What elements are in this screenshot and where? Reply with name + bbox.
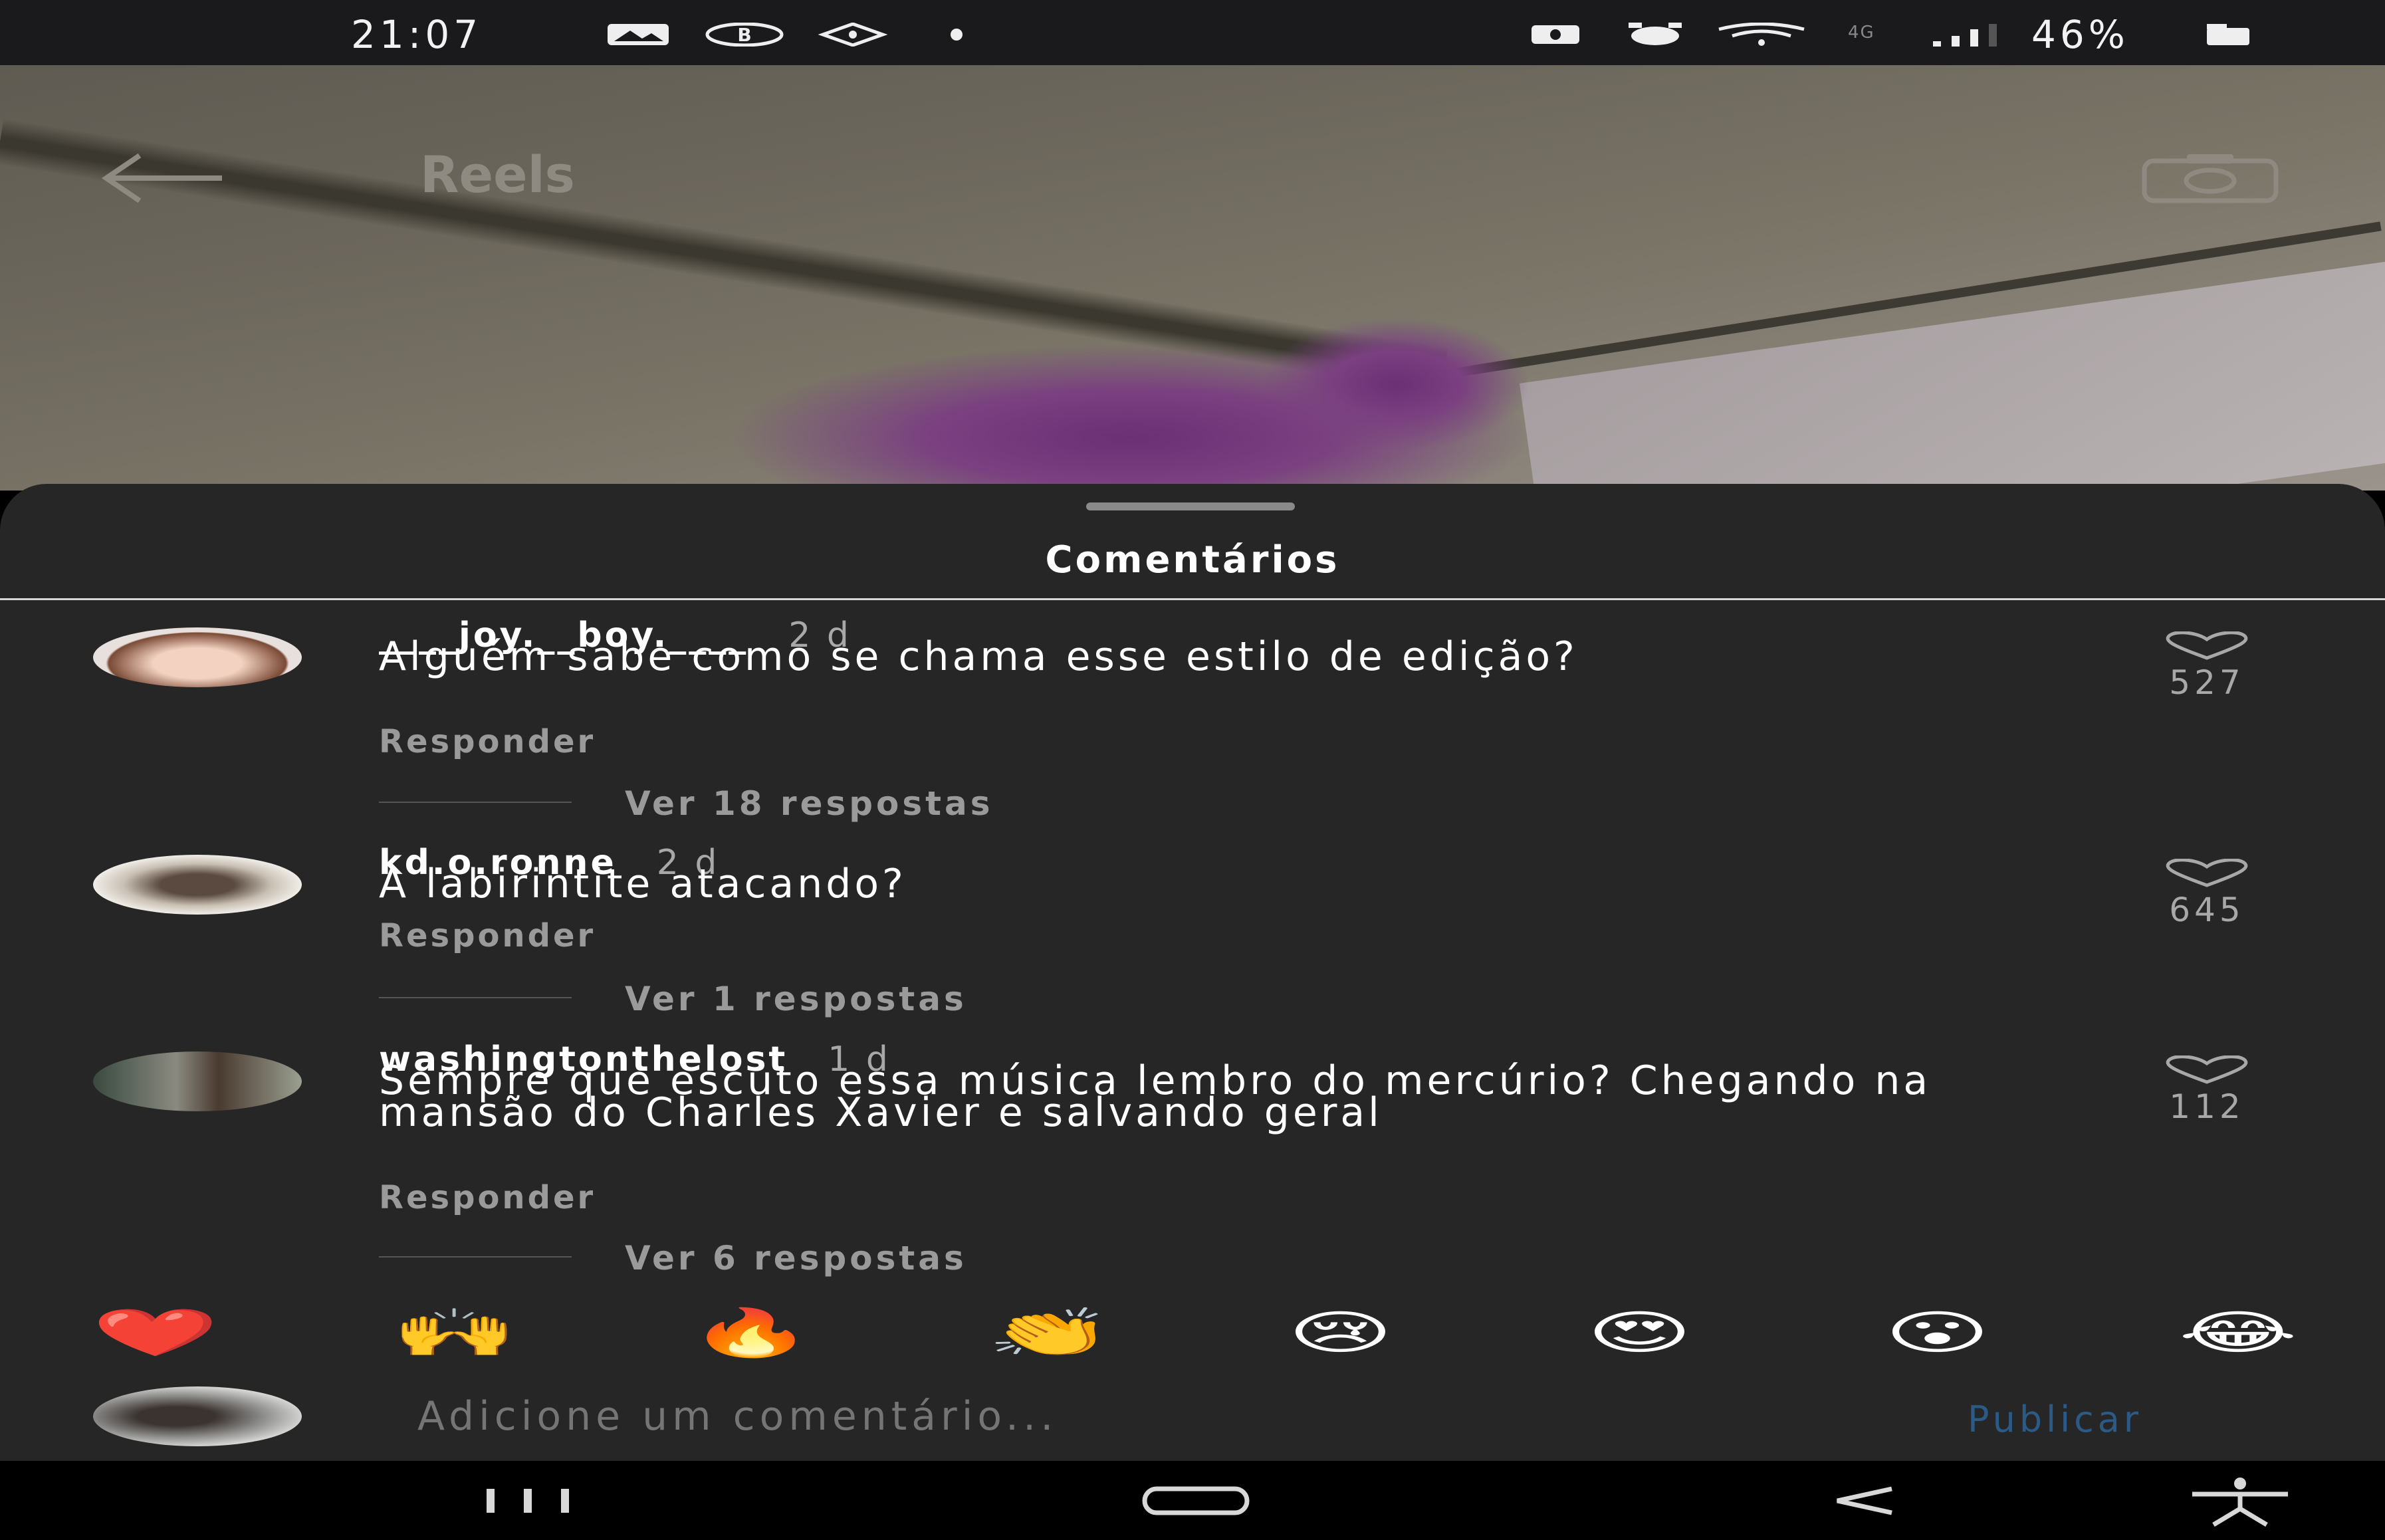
- recents-icon[interactable]: [479, 1474, 578, 1527]
- accessibility-icon[interactable]: [2187, 1474, 2293, 1527]
- like-count: 527: [2169, 663, 2245, 702]
- view-replies-line: [379, 802, 572, 803]
- avatar[interactable]: [93, 1051, 302, 1111]
- status-time: 21:07: [351, 12, 483, 57]
- user-avatar: [93, 1386, 302, 1446]
- avatar[interactable]: [93, 855, 302, 915]
- emoji-clap[interactable]: 👏: [986, 1303, 1114, 1363]
- like-count: 645: [2169, 891, 2245, 929]
- emoji-raised-hands[interactable]: 🙌: [391, 1303, 518, 1363]
- video-purple-stain-2: [1263, 318, 1529, 451]
- reel-video[interactable]: Reels: [0, 65, 2385, 491]
- system-nav-bar: [0, 1461, 2385, 1540]
- like-button[interactable]: 112: [2154, 1055, 2260, 1126]
- view-replies-line: [379, 997, 572, 998]
- home-icon[interactable]: [1139, 1474, 1252, 1527]
- drag-handle[interactable]: [1086, 502, 1295, 510]
- like-button[interactable]: 527: [2154, 631, 2260, 702]
- like-button[interactable]: 645: [2154, 858, 2260, 929]
- emoji-heart[interactable]: ❤️: [92, 1303, 219, 1363]
- back-nav-icon[interactable]: [1828, 1474, 1901, 1527]
- view-replies-button[interactable]: Ver 6 respostas: [625, 1239, 967, 1277]
- status-bar: 21:07 B 4G 46%: [0, 0, 2385, 65]
- alarm-icon: [1629, 23, 1682, 45]
- like-count: 112: [2169, 1087, 2245, 1126]
- view-replies-button[interactable]: Ver 1 respostas: [625, 980, 967, 1018]
- comment-text: Sempre que escuto essa música lembro do …: [379, 1057, 1932, 1136]
- comment-input[interactable]: [417, 1393, 1946, 1440]
- emoji-bar: ❤️ 🙌 🔥 👏 😢 😍 😮 😂: [0, 1303, 2385, 1363]
- signal-icon: [1933, 24, 1997, 47]
- emoji-fire[interactable]: 🔥: [687, 1303, 815, 1363]
- reply-button[interactable]: Responder: [379, 723, 596, 760]
- reply-button[interactable]: Responder: [379, 1179, 596, 1216]
- emoji-crying[interactable]: 😢: [1287, 1303, 1394, 1363]
- notification-dot-icon: [951, 29, 963, 41]
- camera-status-icon: [1532, 25, 1579, 44]
- sync-icon: [818, 23, 888, 47]
- post-button[interactable]: Publicar: [1968, 1398, 2142, 1440]
- comment-text: Alguém sabe como se chama esse estilo de…: [379, 633, 1578, 680]
- view-replies-line: [379, 1256, 572, 1258]
- reply-button[interactable]: Responder: [379, 917, 596, 954]
- gallery-icon: [608, 24, 669, 45]
- network-type: 4G: [1848, 23, 1875, 43]
- emoji-surprised[interactable]: 😮: [1884, 1303, 1991, 1363]
- svg-text:B: B: [737, 24, 751, 46]
- view-replies-button[interactable]: Ver 18 respostas: [625, 784, 994, 823]
- heart-icon[interactable]: [2160, 858, 2253, 888]
- battery-icon: [2207, 24, 2249, 45]
- emoji-heart-eyes[interactable]: 😍: [1586, 1303, 1693, 1363]
- emoji-laughing[interactable]: 😂: [2178, 1303, 2298, 1363]
- avatar[interactable]: [93, 627, 302, 687]
- divider: [0, 598, 2385, 600]
- wifi-icon: [1718, 23, 1805, 46]
- back-arrow-icon[interactable]: [100, 152, 226, 205]
- page-title: Reels: [420, 145, 575, 204]
- b-badge-icon: B: [705, 23, 784, 47]
- sheet-title: Comentários: [1045, 538, 1340, 582]
- comment-text: A labirintite atacando?: [379, 861, 907, 907]
- battery-percent: 46%: [2031, 12, 2129, 57]
- heart-icon[interactable]: [2160, 1055, 2253, 1085]
- heart-icon[interactable]: [2160, 631, 2253, 661]
- camera-icon[interactable]: [2140, 152, 2280, 205]
